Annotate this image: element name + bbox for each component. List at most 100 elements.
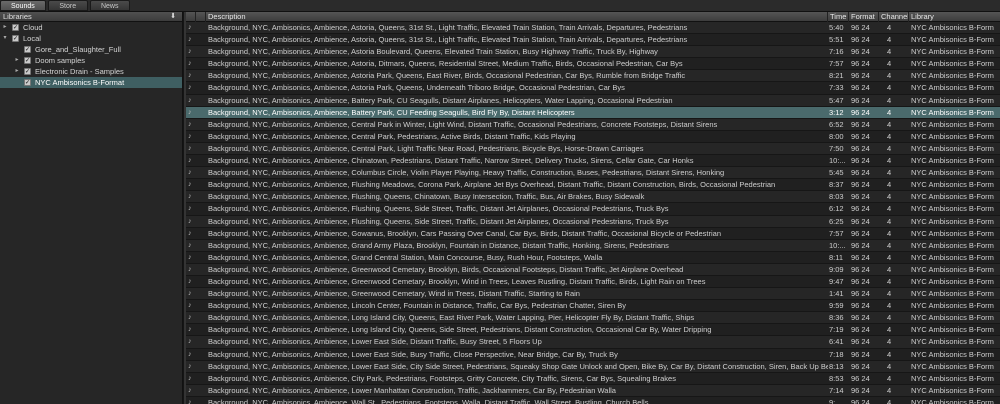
library-checkbox[interactable]: ✓ (24, 57, 31, 64)
format-cell: 96 24 (851, 192, 870, 202)
table-row[interactable]: ♪ Background, NYC, Ambisonics, Ambience, … (186, 348, 1000, 361)
time-cell: 5:40 (829, 23, 844, 32)
table-row[interactable]: ♪ Background, NYC, Ambisonics, Ambience, … (186, 203, 1000, 216)
table-row[interactable]: ♪ Background, NYC, Ambisonics, Ambience, … (186, 118, 1000, 131)
table-row[interactable]: ♪ Background, NYC, Ambisonics, Ambience, … (186, 106, 1000, 119)
spacer-column-header[interactable] (196, 12, 206, 22)
table-row[interactable]: ♪ Background, NYC, Ambisonics, Ambience, … (186, 360, 1000, 373)
library-checkbox[interactable]: ✓ (24, 79, 31, 86)
description-cell: Background, NYC, Ambisonics, Ambience, A… (208, 35, 688, 45)
table-row[interactable]: ♪ Background, NYC, Ambisonics, Ambience, … (186, 70, 1000, 83)
time-cell: 7:16 (829, 47, 844, 57)
table-row[interactable]: ♪ Background, NYC, Ambisonics, Ambience, … (186, 215, 1000, 228)
table-row[interactable]: ♪ Background, NYC, Ambisonics, Ambience, … (186, 82, 1000, 95)
library-cell: NYC Ambisonics B-Format (911, 361, 994, 371)
expand-down-icon[interactable]: ▾ (2, 33, 8, 44)
row-spacer (196, 300, 206, 312)
tab-store[interactable]: Store (47, 0, 88, 11)
sound-file-icon: ♪ (188, 338, 192, 346)
table-row[interactable]: ♪ Background, NYC, Ambisonics, Ambience, … (186, 396, 1000, 404)
library-item[interactable]: ▸ ✓ Electronic Drain - Samples (0, 66, 182, 77)
sound-file-icon: ♪ (188, 374, 192, 382)
row-spacer (196, 361, 206, 373)
table-row[interactable]: ♪ Background, NYC, Ambisonics, Ambience, … (186, 263, 1000, 276)
library-checkbox[interactable]: ✓ (12, 35, 19, 42)
library-cell: NYC Ambisonics B-Format (911, 264, 994, 274)
table-row[interactable]: ♪ Background, NYC, Ambisonics, Ambience, … (186, 46, 1000, 59)
table-row[interactable]: ♪ Background, NYC, Ambisonics, Ambience, … (186, 191, 1000, 204)
time-column-header[interactable]: Time (828, 12, 849, 22)
format-cell: 96 24 (851, 156, 870, 166)
library-checkbox[interactable]: ✓ (24, 68, 31, 75)
library-item[interactable]: ✓ Gore_and_Slaughter_Full (0, 44, 182, 55)
library-item[interactable]: ▾ ✓ Local (0, 33, 182, 44)
sound-file-icon: ♪ (188, 265, 192, 273)
sound-file-icon: ♪ (188, 132, 192, 140)
table-row[interactable]: ♪ Background, NYC, Ambisonics, Ambience, … (186, 300, 1000, 313)
channels-column-header[interactable]: Channels (879, 12, 909, 22)
time-cell: 8:03 (829, 192, 844, 202)
expand-right-icon[interactable]: ▸ (2, 22, 8, 33)
table-row[interactable]: ♪ Background, NYC, Ambisonics, Ambience, … (186, 288, 1000, 301)
library-checkbox[interactable]: ✓ (24, 46, 31, 53)
table-row[interactable]: ♪ Background, NYC, Ambisonics, Ambience, … (186, 142, 1000, 156)
library-cell: NYC Ambisonics B-Format (911, 337, 994, 347)
sound-file-icon: ♪ (188, 290, 192, 298)
format-column-header[interactable]: Format (849, 12, 879, 22)
library-item[interactable]: ▸ ✓ Cloud (0, 22, 182, 33)
library-checkbox[interactable]: ✓ (12, 24, 19, 31)
description-cell: Background, NYC, Ambisonics, Ambience, C… (208, 119, 718, 129)
library-cell: NYC Ambisonics B-Format (911, 168, 994, 178)
table-row[interactable]: ♪ Background, NYC, Ambisonics, Ambience, … (186, 227, 1000, 240)
table-row[interactable]: ♪ Background, NYC, Ambisonics, Ambience, … (186, 155, 1000, 168)
library-column-header[interactable]: Library (909, 12, 1000, 22)
channels-cell: 4 (887, 47, 892, 57)
table-row[interactable]: ♪ Background, NYC, Ambisonics, Ambience, … (186, 324, 1000, 337)
row-spacer (196, 216, 206, 228)
table-row[interactable]: ♪ Background, NYC, Ambisonics, Ambience, … (186, 130, 1000, 143)
format-cell: 96 24 (851, 361, 870, 371)
table-row[interactable]: ♪ Background, NYC, Ambisonics, Ambience, … (186, 58, 1000, 71)
sort-arrow-icon[interactable]: ⬇ (170, 12, 176, 22)
table-row[interactable]: ♪ Background, NYC, Ambisonics, Ambience, … (186, 251, 1000, 264)
description-cell: Background, NYC, Ambisonics, Ambience, A… (208, 71, 686, 81)
table-row[interactable]: ♪ Background, NYC, Ambisonics, Ambience, … (186, 239, 1000, 252)
format-cell: 96 24 (851, 289, 870, 299)
table-row[interactable]: ♪ Background, NYC, Ambisonics, Ambience, … (186, 94, 1000, 107)
table-row[interactable]: ♪ Background, NYC, Ambisonics, Ambience, … (186, 312, 1000, 325)
library-cell: NYC Ambisonics B-Format (911, 23, 994, 32)
table-row[interactable]: ♪ Background, NYC, Ambisonics, Ambience, … (186, 336, 1000, 349)
icon-column-header[interactable] (186, 12, 196, 22)
library-cell: NYC Ambisonics B-Format (911, 373, 994, 383)
library-item[interactable]: ▸ ✓ Doom samples (0, 55, 182, 66)
table-row[interactable]: ♪ Background, NYC, Ambisonics, Ambience, … (186, 179, 1000, 192)
description-cell: Background, NYC, Ambisonics, Ambience, C… (208, 156, 694, 166)
table-row[interactable]: ♪ Background, NYC, Ambisonics, Ambience, … (186, 372, 1000, 385)
description-column-header[interactable]: Description (206, 12, 828, 22)
channels-cell: 4 (887, 385, 892, 395)
row-spacer (196, 336, 206, 348)
expand-right-icon[interactable]: ▸ (14, 55, 20, 66)
library-item[interactable]: ✓ NYC Ambisonics B-Format (0, 77, 182, 88)
table-row[interactable]: ♪ Background, NYC, Ambisonics, Ambience, … (186, 34, 1000, 47)
table-row[interactable]: ♪ Background, NYC, Ambisonics, Ambience, … (186, 167, 1000, 180)
description-cell: Background, NYC, Ambisonics, Ambience, B… (208, 107, 575, 117)
library-item-label: Cloud (23, 23, 43, 32)
time-cell: 6:52 (829, 119, 844, 129)
library-cell: NYC Ambisonics B-Format (911, 107, 994, 117)
table-body: ♪ Background, NYC, Ambisonics, Ambience, … (186, 22, 1000, 404)
expand-right-icon[interactable]: ▸ (14, 66, 20, 77)
libraries-header[interactable]: Libraries ⬇ (0, 12, 182, 22)
sound-file-icon: ♪ (188, 96, 192, 104)
table-row[interactable]: ♪ Background, NYC, Ambisonics, Ambience, … (186, 275, 1000, 289)
channels-cell: 4 (887, 252, 892, 262)
tab-sounds[interactable]: Sounds (0, 0, 46, 11)
format-cell: 96 24 (851, 325, 870, 335)
format-cell: 96 24 (851, 168, 870, 178)
table-row[interactable]: ♪ Background, NYC, Ambisonics, Ambience, … (186, 22, 1000, 35)
sound-file-icon: ♪ (188, 350, 192, 358)
description-cell: Background, NYC, Ambisonics, Ambience, F… (208, 180, 776, 190)
tab-news[interactable]: News (89, 0, 130, 11)
sound-file-icon: ♪ (188, 205, 192, 213)
table-row[interactable]: ♪ Background, NYC, Ambisonics, Ambience, … (186, 384, 1000, 397)
